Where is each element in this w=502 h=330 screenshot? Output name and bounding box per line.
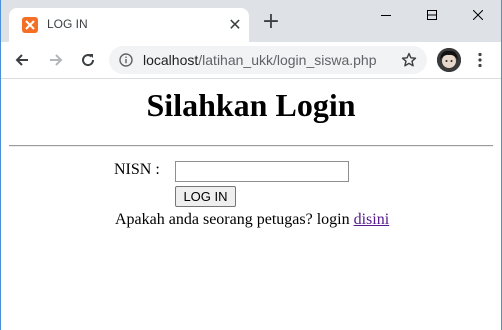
- browser-window: LOG IN ✕ + localhost/latihan_ukk/login_s…: [0, 0, 502, 330]
- back-button[interactable]: [9, 47, 35, 73]
- back-arrow-icon: [15, 54, 28, 66]
- nisn-input[interactable]: [175, 161, 349, 182]
- maximize-icon: [427, 10, 437, 20]
- info-icon[interactable]: [119, 53, 133, 67]
- url-host: localhost: [143, 52, 199, 68]
- star-icon[interactable]: [401, 52, 417, 68]
- petugas-prompt-text: Apakah anda seorang petugas? login: [115, 211, 354, 228]
- url-path: /latihan_ukk/login_siswa.php: [198, 52, 377, 68]
- reload-icon: [82, 54, 95, 67]
- disini-link[interactable]: disini: [354, 211, 390, 228]
- minimize-icon: [381, 15, 391, 16]
- address-bar[interactable]: localhost/latihan_ukk/login_siswa.php: [109, 46, 427, 74]
- reload-button[interactable]: [75, 47, 101, 73]
- page-heading: Silahkan Login: [146, 87, 356, 123]
- browser-tab[interactable]: LOG IN ✕: [9, 8, 249, 42]
- url-text[interactable]: localhost/latihan_ukk/login_siswa.php: [143, 52, 377, 68]
- menu-dots-icon[interactable]: [471, 51, 489, 69]
- tab-title: LOG IN: [47, 17, 88, 31]
- new-tab-button[interactable]: +: [261, 11, 281, 33]
- maximize-button[interactable]: [409, 0, 455, 30]
- browser-toolbar: localhost/latihan_ukk/login_siswa.php: [1, 42, 501, 79]
- login-button[interactable]: LOG IN: [175, 186, 236, 207]
- close-window-icon: [473, 10, 483, 20]
- nisn-label: NISN :: [114, 161, 160, 178]
- close-window-button[interactable]: [455, 0, 501, 30]
- forward-button[interactable]: [43, 47, 69, 73]
- horizontal-rule: [9, 145, 493, 147]
- petugas-prompt: Apakah anda seorang petugas? login disin…: [115, 211, 389, 229]
- minimize-button[interactable]: [363, 0, 409, 30]
- xampp-favicon-icon: [22, 17, 38, 33]
- close-tab-icon[interactable]: ✕: [227, 17, 243, 33]
- forward-arrow-icon: [50, 54, 63, 66]
- page-content: Silahkan Login NISN : LOG IN Apakah anda…: [1, 79, 501, 330]
- profile-avatar[interactable]: [437, 48, 461, 72]
